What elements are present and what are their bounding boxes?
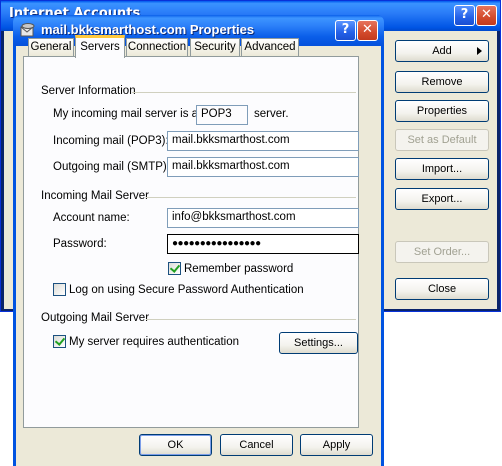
outgoing-mail-server-input[interactable]: mail.bkksmarthost.com (167, 157, 359, 177)
spa-checkbox[interactable] (53, 283, 66, 296)
apply-button-label: Apply (322, 439, 351, 451)
password-label: Password: (53, 238, 107, 250)
incoming-mail-server-heading: Incoming Mail Server (41, 190, 150, 202)
outgoing-mail-server-heading: Outgoing Mail Server (41, 312, 150, 324)
tab-connection-label: Connection (127, 41, 187, 53)
close-button[interactable]: Close (395, 278, 489, 300)
cancel-button-label: Cancel (239, 439, 274, 451)
set-order-label: Set Order... (413, 246, 471, 258)
ok-button[interactable]: OK (139, 434, 212, 456)
incoming-server-type-field: POP3 (196, 105, 248, 125)
close-icon: ✕ (481, 7, 492, 22)
tab-security[interactable]: Security (190, 38, 240, 56)
dialog-title: mail.bkksmarthost.com Properties (41, 22, 255, 37)
dialog-help-button[interactable]: ? (335, 20, 356, 41)
import-button-label: Import... (421, 163, 463, 175)
dialog-close-button[interactable]: ✕ (357, 20, 378, 41)
tab-general-label: General (30, 41, 72, 53)
group-divider (146, 319, 356, 320)
password-input[interactable]: ●●●●●●●●●●●●●●●● (167, 234, 359, 254)
arrow-right-icon (477, 47, 482, 55)
incoming-mail-label: Incoming mail (POP3): (53, 135, 169, 147)
close-icon: ✕ (362, 22, 373, 37)
properties-button-label: Properties (416, 105, 468, 117)
remove-button-label: Remove (421, 76, 463, 88)
requires-authentication-label: My server requires authentication (69, 336, 240, 348)
remember-password-label: Remember password (184, 263, 294, 275)
spa-label: Log on using Secure Password Authenticat… (69, 284, 304, 296)
group-divider (146, 197, 356, 198)
apply-button[interactable]: Apply (300, 434, 373, 456)
incoming-type-suffix: server. (254, 108, 289, 120)
close-button-label: Close (427, 283, 457, 295)
mail-account-icon (20, 23, 36, 37)
tab-servers-label: Servers (80, 41, 120, 53)
tab-general[interactable]: General (28, 38, 74, 56)
outgoing-mail-label: Outgoing mail (SMTP): (53, 161, 170, 173)
set-order-button[interactable]: Set Order... (395, 241, 489, 263)
add-button-label: Add (432, 45, 452, 57)
settings-button[interactable]: Settings... (279, 332, 358, 354)
set-as-default-button[interactable]: Set as Default (395, 129, 489, 151)
help-button[interactable]: ? (454, 5, 475, 26)
remove-button[interactable]: Remove (395, 71, 489, 93)
tab-security-label: Security (194, 41, 236, 53)
help-icon: ? (460, 7, 469, 22)
tab-advanced-label: Advanced (244, 41, 296, 53)
incoming-type-prefix: My incoming mail server is a (53, 108, 199, 120)
account-name-input[interactable]: info@bkksmarthost.com (167, 208, 359, 228)
set-as-default-label: Set as Default (407, 134, 477, 146)
tab-servers[interactable]: Servers (75, 35, 125, 58)
settings-button-label: Settings... (294, 337, 343, 349)
export-button[interactable]: Export... (395, 188, 489, 210)
import-button[interactable]: Import... (395, 158, 489, 180)
ok-button-label: OK (167, 439, 184, 451)
group-divider (132, 92, 356, 93)
remember-password-checkbox[interactable] (168, 262, 181, 275)
close-window-button[interactable]: ✕ (476, 5, 497, 26)
export-button-label: Export... (421, 193, 463, 205)
cancel-button[interactable]: Cancel (220, 434, 293, 456)
tab-advanced[interactable]: Advanced (241, 38, 299, 56)
server-information-heading: Server Information (41, 85, 136, 97)
requires-authentication-checkbox[interactable] (53, 335, 66, 348)
add-button[interactable]: Add (395, 40, 489, 62)
tab-connection[interactable]: Connection (126, 38, 188, 56)
incoming-mail-server-input[interactable]: mail.bkksmarthost.com (167, 131, 359, 151)
help-icon: ? (341, 22, 350, 37)
account-name-label: Account name: (53, 212, 130, 224)
properties-button[interactable]: Properties (395, 100, 489, 122)
